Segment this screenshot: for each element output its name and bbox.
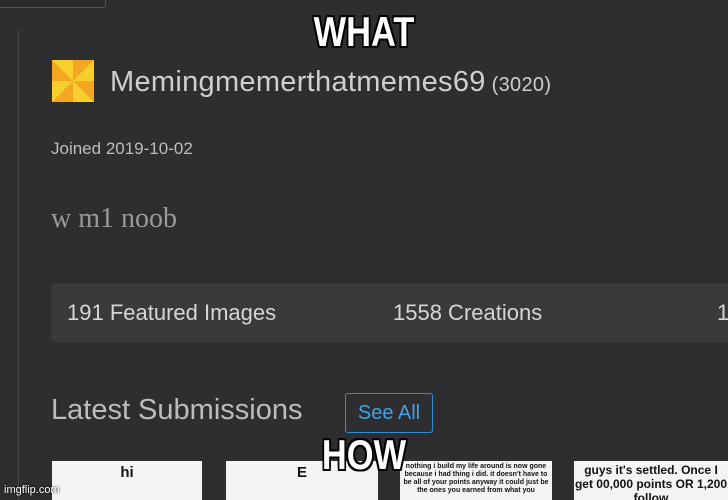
joined-date: Joined 2019-10-02 (51, 139, 193, 158)
user-points: (3020) (491, 74, 552, 96)
featured-images-link[interactable]: 191 Featured Images (67, 300, 276, 326)
profile-bio: w m1 noob (51, 203, 177, 234)
imgflip-watermark: imgflip.com (4, 484, 60, 496)
latest-submissions-title: Latest Submissions (51, 394, 303, 426)
left-divider (18, 30, 19, 500)
see-all-button[interactable]: See All (345, 393, 433, 433)
stats-bar: 191 Featured Images 1558 Creations 1 (51, 283, 728, 342)
username-text: Memingmemerthatmemes69 (110, 66, 486, 98)
stats-truncated-link[interactable]: 1 (717, 300, 728, 326)
top-input-box[interactable] (0, 0, 106, 8)
pinwheel-avatar-icon[interactable] (52, 60, 94, 102)
meme-bottom-text: HOW (321, 431, 407, 478)
profile-username: Memingmemerthatmemes69 (3020) (110, 66, 551, 99)
creations-link[interactable]: 1558 Creations (393, 300, 542, 326)
meme-top-text: WHAT (313, 8, 415, 55)
